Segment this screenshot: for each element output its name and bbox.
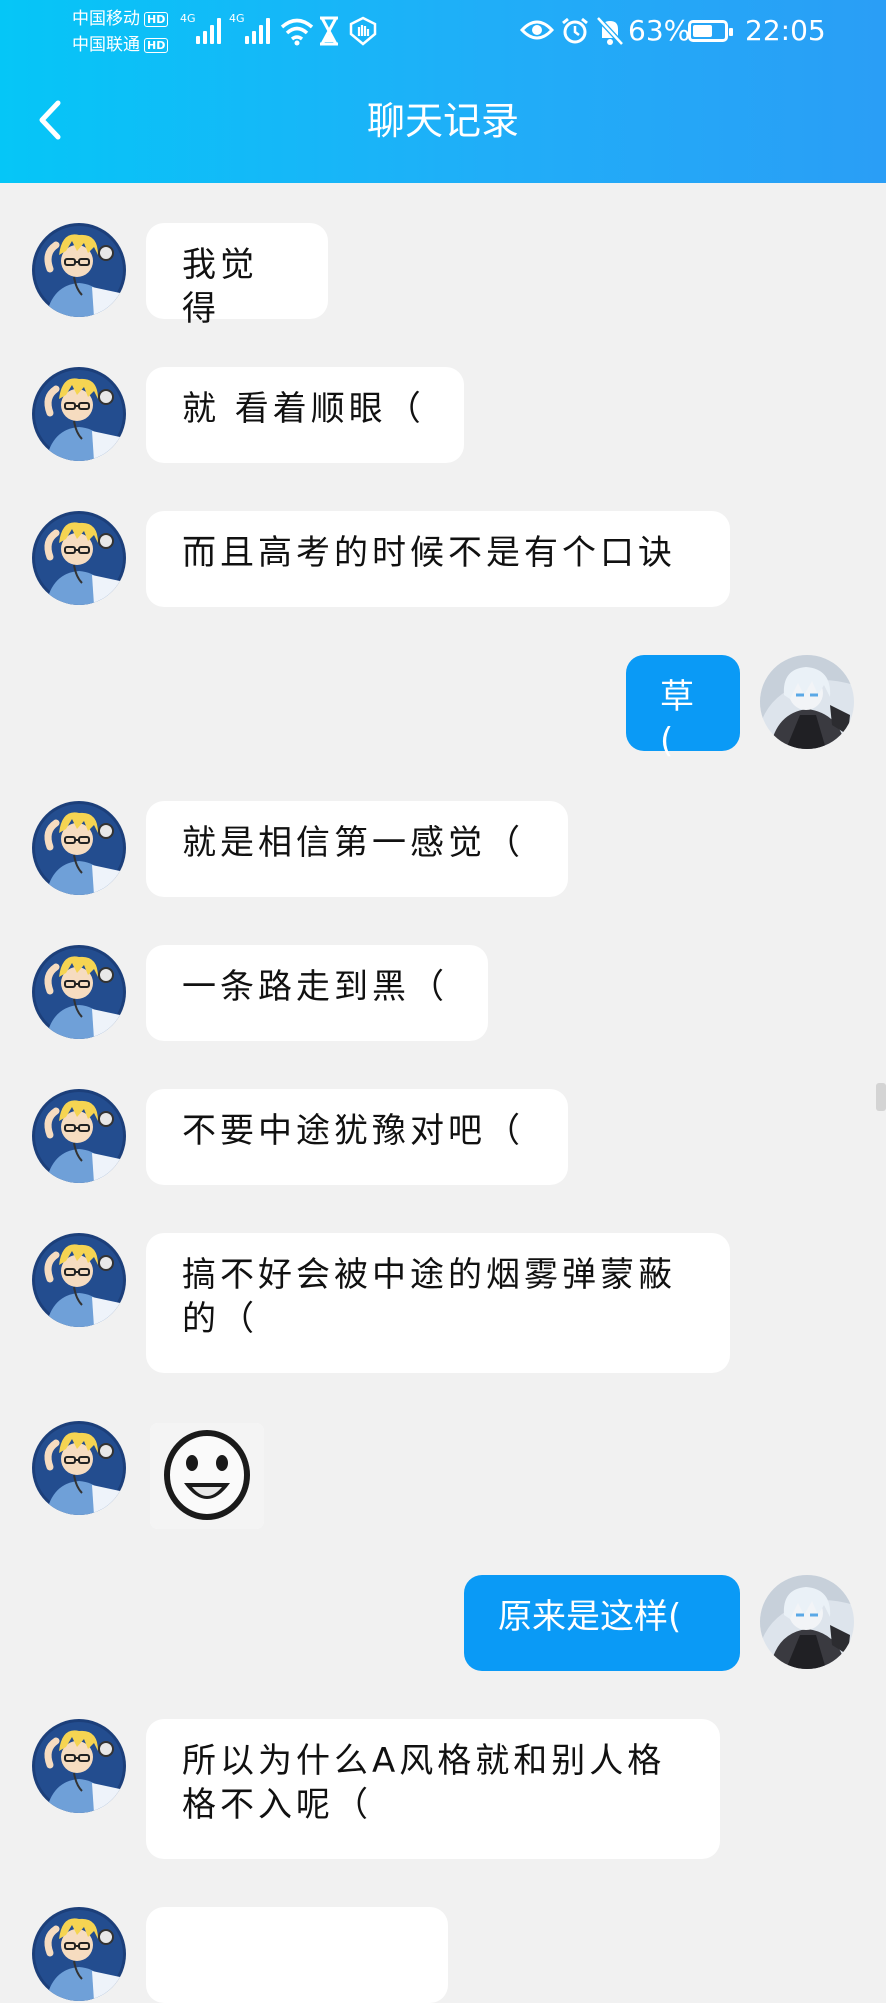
clock: 22:05 (745, 14, 826, 47)
top-header: 中国移动 HD 中国联通 HD 4G 4G 63% 22:05 聊天记录 (0, 0, 886, 183)
message-bubble[interactable]: 草( (626, 655, 740, 761)
message-bubble[interactable] (146, 1907, 448, 2003)
avatar[interactable] (32, 1421, 126, 1515)
battery-icon (688, 20, 733, 42)
avatar[interactable] (32, 1719, 126, 1813)
avatar[interactable] (32, 511, 126, 605)
status-bar: 中国移动 HD 中国联通 HD 4G 4G 63% 22:05 (0, 0, 886, 66)
page-title: 聊天记录 (366, 99, 519, 143)
bell-off-icon (596, 16, 624, 46)
signal-icon: 4G (229, 12, 270, 44)
avatar[interactable] (32, 945, 126, 1039)
avatar[interactable] (760, 1575, 854, 1669)
battery-percent: 63% (628, 14, 691, 47)
message-bubble[interactable]: 就 看着顺眼（ (146, 367, 464, 463)
message-bubble[interactable]: 我觉得 (146, 223, 328, 329)
avatar[interactable] (760, 655, 854, 749)
message-bubble[interactable]: 原来是这样( (464, 1575, 740, 1671)
eye-icon (520, 20, 554, 40)
battery-level (693, 25, 712, 37)
carrier-1: 中国移动 HD (72, 9, 169, 29)
chat-history[interactable]: 我觉得 就 看着顺眼（ 而且高考的时候不是有个口诀 草( 就是相信第一感觉（ 一… (0, 183, 886, 2003)
smiley-face-sticker[interactable] (150, 1423, 264, 1529)
avatar[interactable] (32, 1907, 126, 2001)
alarm-icon (562, 17, 588, 44)
hd-badge: HD (144, 11, 169, 27)
scrollbar-handle[interactable] (876, 1083, 886, 1111)
avatar[interactable] (32, 1089, 126, 1183)
message-bubble[interactable]: 就是相信第一感觉（ (146, 801, 568, 897)
hourglass-icon (320, 16, 338, 46)
avatar[interactable] (32, 801, 126, 895)
message-bubble[interactable]: 而且高考的时候不是有个口诀 (146, 511, 730, 607)
wifi-icon (280, 18, 314, 46)
shield-hand-icon (349, 16, 377, 46)
message-bubble[interactable]: 不要中途犹豫对吧（ (146, 1089, 568, 1185)
avatar[interactable] (32, 367, 126, 461)
carrier-2: 中国联通 HD (72, 35, 169, 55)
message-bubble[interactable]: 所以为什么A风格就和别人格 格不入呢（ (146, 1719, 720, 1859)
hd-badge: HD (144, 37, 169, 53)
message-bubble[interactable]: 一条路走到黑（ (146, 945, 488, 1041)
message-bubble[interactable]: 搞不好会被中途的烟雾弹蒙蔽 的（ (146, 1233, 730, 1373)
signal-icon: 4G (180, 12, 221, 44)
avatar[interactable] (32, 1233, 126, 1327)
avatar[interactable] (32, 223, 126, 317)
